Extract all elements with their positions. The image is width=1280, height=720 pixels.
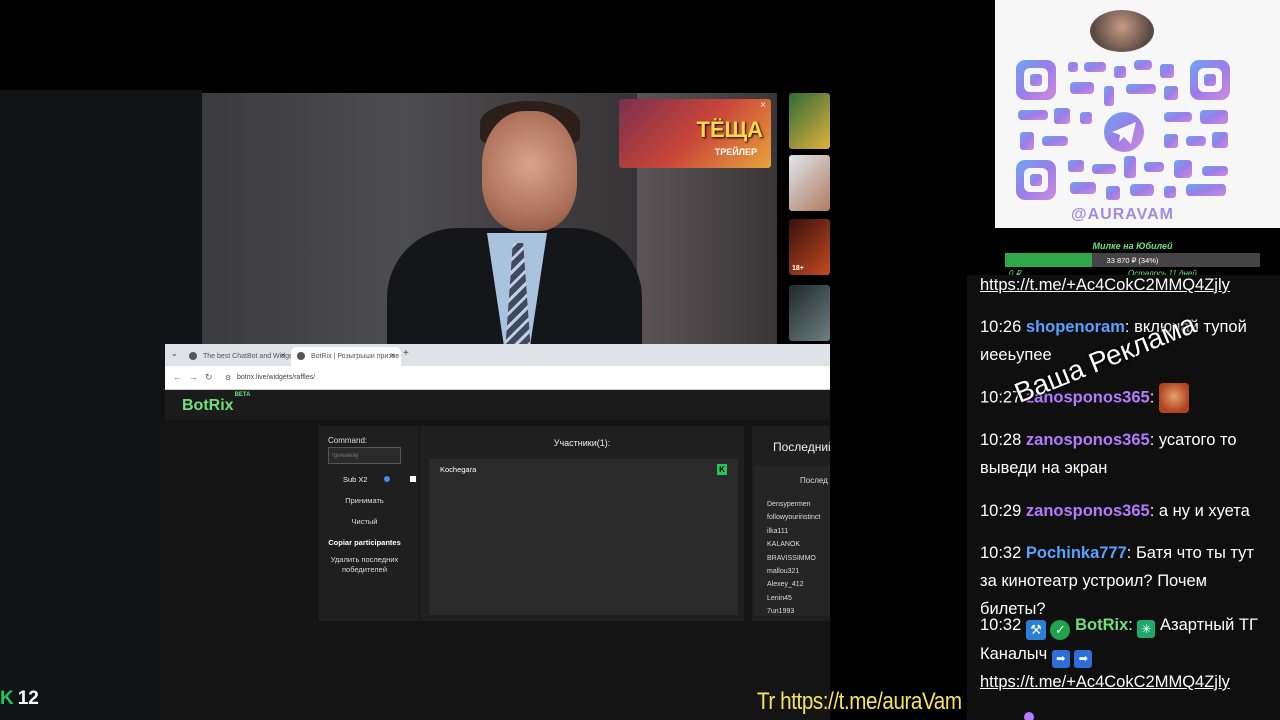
age-rating-badge: 18+ xyxy=(792,265,804,272)
clear-button[interactable]: Чистый xyxy=(328,517,401,526)
suggestion-thumbnail[interactable] xyxy=(789,93,830,149)
participants-title: Участники(1): xyxy=(553,438,611,448)
bot-hammer-badge-icon: ⚒ xyxy=(1025,620,1046,640)
app-header: BotRixBETA xyxy=(165,390,830,420)
sparkle-emoji-icon: ✳ xyxy=(1137,620,1156,638)
chat-message: 10:32 ⚒ ✓ BotRix: ✳ Азартный ТГ Каналыч … xyxy=(980,616,1258,691)
chat-time: 10:28 xyxy=(980,431,1022,449)
delete-last-winners-button[interactable]: Удалить последних победителей xyxy=(328,555,401,575)
chat-username[interactable]: shopenoram xyxy=(1026,318,1125,336)
tab-chatbot[interactable]: The best ChatBot and Widgets × xyxy=(183,347,298,366)
tab-list-chevron-icon[interactable]: ⌄ xyxy=(171,349,178,358)
participants-panel: Участники(1): Kochegara K xyxy=(420,426,744,621)
suggestion-thumbnail[interactable]: 18+ xyxy=(789,219,830,275)
close-icon[interactable]: × xyxy=(760,100,766,111)
botrix-logo[interactable]: BotRixBETA xyxy=(182,392,250,415)
winner-item: BRAVISSIMMO xyxy=(767,554,816,562)
avatar xyxy=(1024,712,1034,720)
video-suggestions: 18+ xyxy=(789,93,830,343)
chat-message: 10:29 zanosponos365: а ну и хуета xyxy=(980,502,1250,520)
site-info-icon[interactable]: ⚙ xyxy=(225,374,231,382)
chat-time: 10:29 xyxy=(980,502,1022,520)
winners-list: Densypermen followyourinstinct ilka111 K… xyxy=(767,501,820,621)
winner-item: Densypermen xyxy=(767,501,811,508)
command-input[interactable] xyxy=(328,447,401,464)
donation-goal: Милке на Юбилей 33 870 ₽ (34%) 0 ₽ Остал… xyxy=(995,228,1280,278)
winner-item: ilka111 xyxy=(767,527,789,535)
winner-item: Alexey_412 xyxy=(767,581,804,589)
suggestion-thumbnail[interactable] xyxy=(789,155,830,211)
back-icon[interactable]: ← xyxy=(173,372,182,382)
beta-badge: BETA xyxy=(234,391,251,398)
close-tab-icon[interactable]: × xyxy=(280,351,285,360)
tab-bar: ⌄ The best ChatBot and Widgets × BotRix … xyxy=(165,344,830,366)
last-winners-title: Последний xyxy=(773,440,830,454)
forward-icon[interactable]: → xyxy=(189,372,198,382)
chat-time: 10:26 xyxy=(980,318,1022,336)
sub-checkbox[interactable] xyxy=(409,476,416,482)
streamer-avatar xyxy=(1090,10,1154,52)
chat-link[interactable]: https://t.me/+Ac4CokC2MMQ4Zjly xyxy=(980,673,1230,691)
ad-title: ТЁЩА xyxy=(696,117,763,142)
qr-card: @AURAVAM xyxy=(995,0,1280,228)
favicon-icon xyxy=(189,352,197,360)
copy-participants-button[interactable]: Copiar participantes xyxy=(328,538,401,547)
tab-botrix-raffles[interactable]: BotRix | Розыгрыши призов × xyxy=(291,347,401,366)
last-winners-subtitle: Послед xyxy=(800,476,828,485)
url-field[interactable]: botrix.live/widgets/raffles/ xyxy=(237,374,315,381)
chat-username[interactable]: Pochinka777 xyxy=(1026,544,1127,562)
arrow-right-emoji-icon: ➡ xyxy=(1074,650,1093,668)
ad-trailer-thumbnail[interactable]: ТЁЩА ТРЕЙЛЕР × xyxy=(619,99,771,168)
stream-layout: ТЁЩА ТРЕЙЛЕР × 18+ ⌄ The best ChatBot an… xyxy=(0,0,1280,720)
sub-multiplier-row: Sub X2 xyxy=(343,475,416,484)
chat-link[interactable]: https://t.me/+Ac4CokC2MMQ4Zjly xyxy=(980,276,1230,294)
winner-item: Lenin45 xyxy=(767,594,792,602)
telegram-qr-code xyxy=(1016,60,1230,200)
command-label: Command: xyxy=(328,436,368,445)
address-bar: ← → ↻ ⚙ botrix.live/widgets/raffles/ xyxy=(165,366,830,390)
participants-list: Kochegara K xyxy=(429,459,738,615)
ad-subtitle: ТРЕЙЛЕР xyxy=(714,147,757,157)
participant-name: Kochegara xyxy=(440,465,477,474)
verified-badge-icon: ✓ xyxy=(1050,620,1071,640)
new-tab-button[interactable]: + xyxy=(403,348,409,359)
winner-item: followyourinstinct xyxy=(767,514,821,522)
chat-message: https://t.me/+Ac4CokC2MMQ4Zjly xyxy=(980,275,1270,299)
browser-window: ⌄ The best ChatBot and Widgets × BotRix … xyxy=(165,344,830,621)
sub-label: Sub X2 xyxy=(343,475,368,484)
video-person-face xyxy=(482,111,577,231)
reload-icon[interactable]: ↻ xyxy=(205,372,213,383)
favicon-icon xyxy=(297,352,305,360)
command-panel: Command: Sub X2 Принимать Чистый Copiar … xyxy=(319,426,419,621)
chat-text: а ну и хуета xyxy=(1158,502,1250,520)
winner-item: 7un1993 xyxy=(767,608,795,616)
last-winners-panel: Последний Послед Densypermen followyouri… xyxy=(752,426,830,621)
winner-item: mallou321 xyxy=(767,567,800,575)
close-tab-icon[interactable]: × xyxy=(390,351,395,360)
kick-icon: K xyxy=(717,464,727,475)
browser-bottom-area xyxy=(165,620,830,720)
goal-progress-text: 33 870 ₽ (34%) xyxy=(1106,256,1159,265)
accept-button[interactable]: Принимать xyxy=(328,496,401,505)
face-emote-icon xyxy=(1158,383,1189,413)
goal-title: Милке на Юбилей xyxy=(1092,241,1173,251)
chat-time: 10:32 xyxy=(980,544,1022,562)
info-icon[interactable] xyxy=(383,476,390,482)
chat-time: 10:32 xyxy=(980,616,1022,634)
kick-logo-icon: K xyxy=(0,688,14,709)
viewer-count: K 12 xyxy=(0,688,39,709)
chat-username[interactable]: BotRix xyxy=(1075,616,1128,634)
chat-username[interactable]: zanosponos365 xyxy=(1026,431,1150,449)
chat-username[interactable]: zanosponos365 xyxy=(1026,502,1150,520)
chat-message: 10:28 zanosponos365: усатого то выведи н… xyxy=(980,431,1237,477)
suggestion-thumbnail[interactable] xyxy=(789,285,830,341)
telegram-link-overlay[interactable]: Tr https://t.me/auraVam xyxy=(757,688,962,716)
arrow-right-emoji-icon: ➡ xyxy=(1051,650,1070,668)
qr-handle: @AURAVAM xyxy=(1071,206,1174,223)
goal-progress-bar: 33 870 ₽ (34%) xyxy=(1005,253,1260,267)
tab-label: BotRix | Розыгрыши призов xyxy=(311,353,400,360)
last-winners-box: Послед Densypermen followyourinstinct il… xyxy=(754,466,830,616)
winner-item: KALANOK xyxy=(767,541,801,549)
